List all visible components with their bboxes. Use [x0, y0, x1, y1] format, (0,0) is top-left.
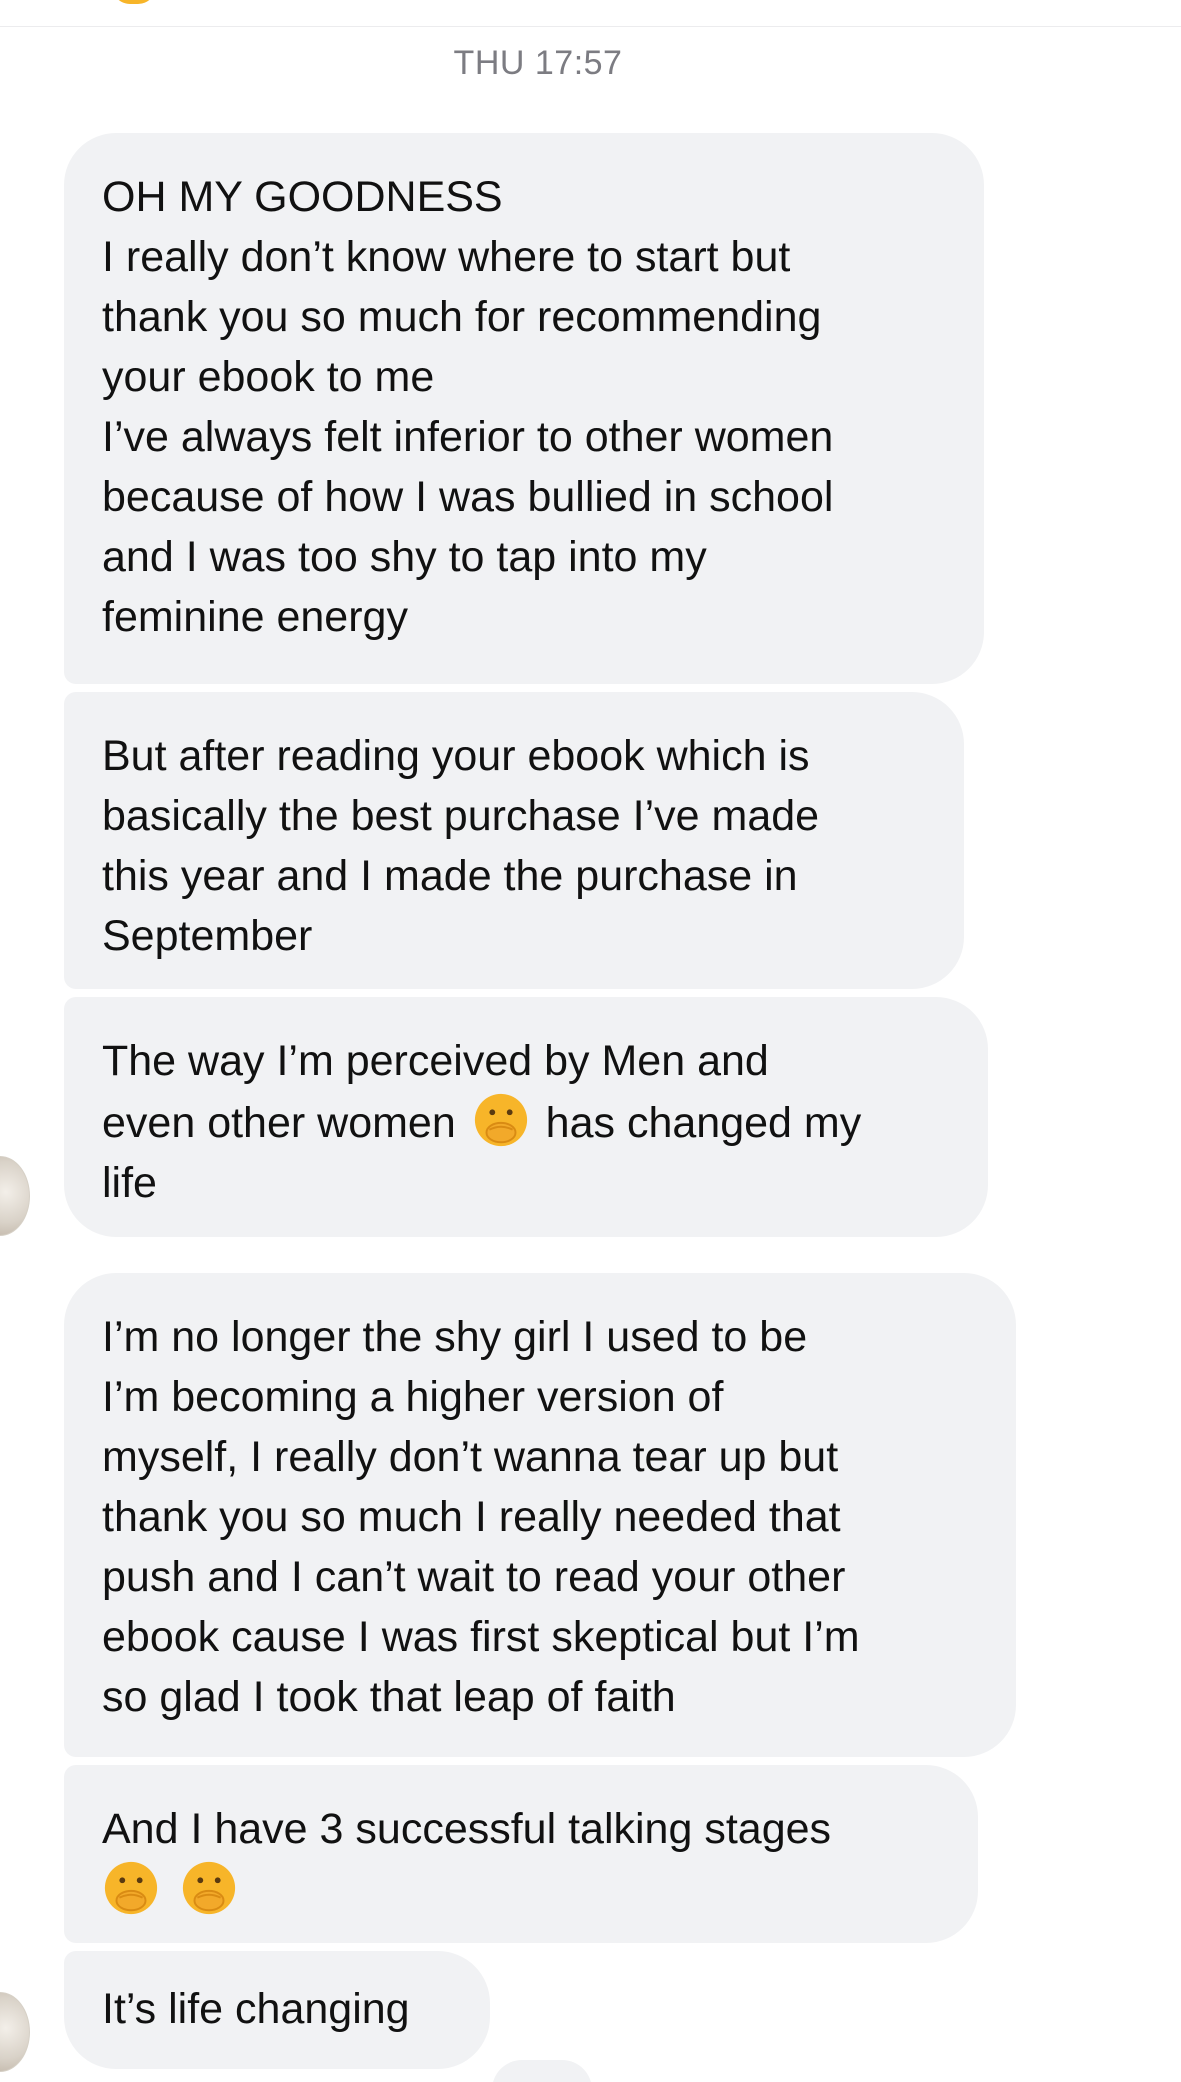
message-text: and I was too shy to tap into my	[102, 533, 707, 581]
message-line: even other women has changed my	[102, 1091, 952, 1153]
message-bubble[interactable]: The way I’m perceived by Men and even ot…	[64, 997, 988, 1237]
hand-over-mouth-emoji	[104, 1861, 158, 1915]
message-text: I’m no longer the shy girl I used to be	[102, 1313, 808, 1361]
message-text: The way I’m perceived by Men and	[102, 1037, 769, 1085]
hand-over-mouth-emoji	[474, 1093, 527, 1147]
message-text: I’m becoming a higher version of	[102, 1373, 724, 1421]
avatar-top-partial	[112, 0, 156, 4]
message-text: your ebook to me	[102, 353, 435, 401]
message-text: I’ve always felt inferior to other women	[102, 413, 834, 461]
message-bubble[interactable]: But after reading your ebook which is ba…	[64, 692, 964, 989]
message-text: thank you so much I really needed that	[102, 1493, 841, 1541]
message-text: has changed my	[545, 1099, 862, 1147]
sender-avatar[interactable]	[0, 1156, 30, 1236]
message-text: basically the best purchase I’ve made	[102, 792, 820, 840]
message-text: push and I can’t wait to read your other	[102, 1553, 846, 1601]
hand-over-mouth-emoji	[182, 1861, 236, 1915]
message-text: But after reading your ebook which is	[102, 732, 810, 780]
message-bubble[interactable]: I’m no longer the shy girl I used to be …	[64, 1273, 1016, 1757]
message-emoji-line	[102, 1859, 942, 1921]
message-text: thank you so much for recommending	[102, 293, 822, 341]
message-text: I really don’t know where to start but	[102, 233, 791, 281]
message-text: even other women	[102, 1099, 456, 1147]
message-text: myself, I really don’t wanna tear up but	[102, 1433, 839, 1481]
message-text: It’s life changing	[102, 1985, 410, 2033]
sender-avatar[interactable]	[0, 1992, 30, 2072]
message-text: because of how I was bullied in school	[102, 473, 834, 521]
message-text: September	[102, 912, 313, 960]
message-text: so glad I took that leap of faith	[102, 1673, 676, 1721]
message-bubble[interactable]: It’s life changing	[64, 1951, 490, 2069]
message-bubble[interactable]: OH MY GOODNESS I really don’t know where…	[64, 133, 984, 684]
message-text: And I have 3 successful talking stages	[102, 1805, 832, 1853]
message-text: ebook cause I was first skeptical but I’…	[102, 1613, 860, 1661]
message-bubble-partial	[492, 2060, 592, 2082]
message-text: life	[102, 1159, 157, 1207]
message-text: OH MY GOODNESS	[102, 173, 503, 221]
message-timestamp: THU 17:57	[453, 44, 623, 82]
chat-thread: THU 17:57 OH MY GOODNESS I really don’t …	[0, 0, 1181, 2082]
message-bubble[interactable]: And I have 3 successful talking stages	[64, 1765, 978, 1943]
message-text: this year and I made the purchase in	[102, 852, 798, 900]
header-divider	[0, 0, 1181, 27]
message-text: feminine energy	[102, 593, 408, 641]
